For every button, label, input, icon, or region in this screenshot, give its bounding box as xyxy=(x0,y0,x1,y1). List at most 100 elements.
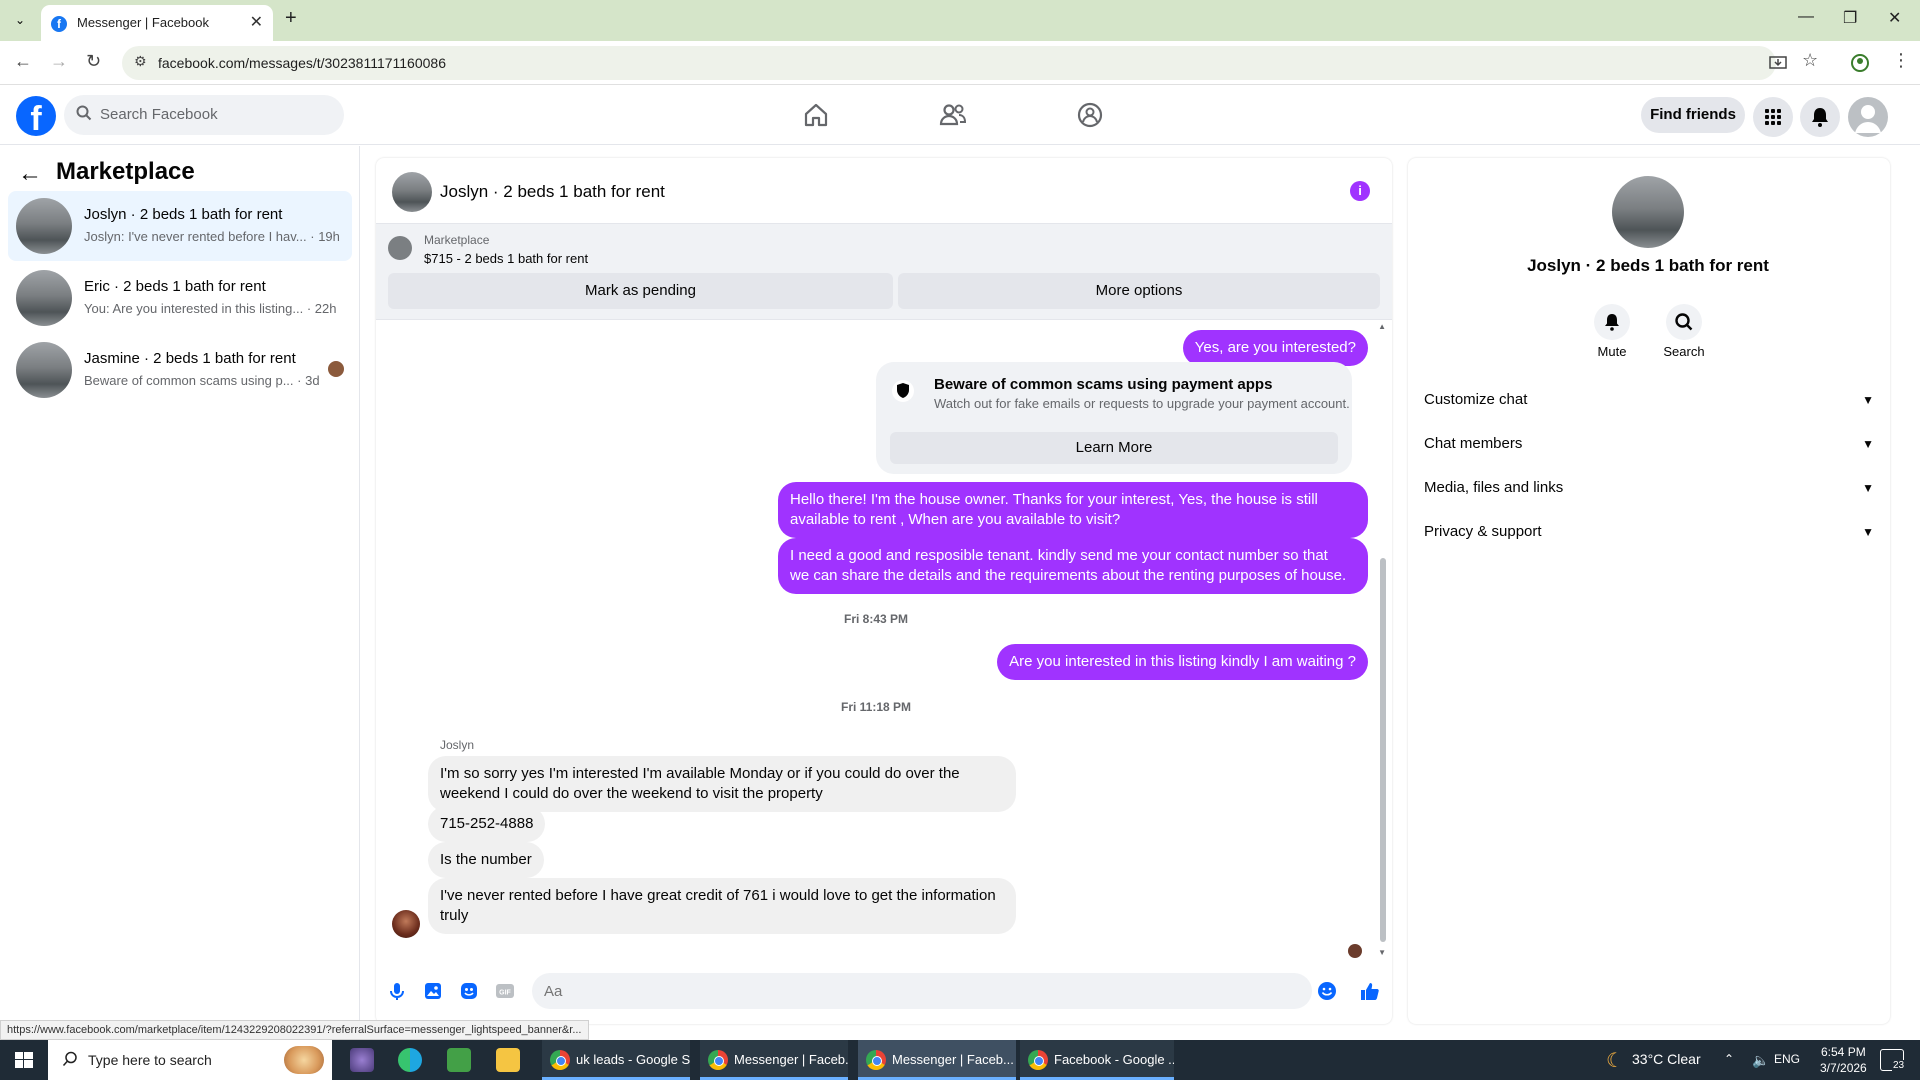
user-silhouette-icon xyxy=(1855,105,1881,133)
sender-name: Joslyn xyxy=(440,738,475,752)
conversation-item-jasmine[interactable]: Jasmine · 2 beds 1 bath for rent Beware … xyxy=(8,335,352,405)
account-avatar[interactable] xyxy=(1848,97,1888,137)
message-incoming: Is the number xyxy=(428,842,544,878)
taskview-app-icon[interactable] xyxy=(350,1048,374,1072)
install-app-icon[interactable] xyxy=(1769,54,1787,72)
menu-grid-button[interactable] xyxy=(1753,97,1793,137)
info-icon[interactable]: i xyxy=(1350,181,1370,201)
profile-picture[interactable] xyxy=(1612,176,1684,248)
learn-more-button[interactable]: Learn More xyxy=(890,432,1338,464)
speaker-icon[interactable]: 🔈 xyxy=(1752,1052,1769,1069)
scam-warning-text: Watch out for fake emails or requests to… xyxy=(934,396,1350,411)
conversation-name: Joslyn · 2 beds 1 bath for rent xyxy=(84,206,283,223)
browser-menu-icon[interactable]: ⋮ xyxy=(1892,50,1910,71)
chat-title[interactable]: Joslyn · 2 beds 1 bath for rent xyxy=(440,182,665,202)
tab-close-icon[interactable]: ✕ xyxy=(250,12,263,32)
scrollbar-thumb[interactable] xyxy=(1380,558,1386,942)
url-bar[interactable]: ⚙ facebook.com/messages/t/30238111711600… xyxy=(122,46,1776,80)
friends-icon[interactable] xyxy=(935,97,971,133)
edge-icon[interactable] xyxy=(398,1048,422,1072)
gif-icon[interactable]: GIF xyxy=(494,980,516,1002)
message-line: I've never rented before I have great cr… xyxy=(440,887,996,904)
chrome-icon xyxy=(550,1050,570,1070)
taskbar-app-messenger-2[interactable]: Messenger | Faceb... xyxy=(858,1040,1016,1080)
back-icon[interactable]: ← xyxy=(14,51,32,72)
forward-icon[interactable]: → xyxy=(50,51,68,72)
bookmark-star-icon[interactable]: ☆ xyxy=(1802,50,1818,71)
conversation-item-joslyn[interactable]: Joslyn · 2 beds 1 bath for rent Joslyn: … xyxy=(8,191,352,261)
close-window-icon[interactable]: ✕ xyxy=(1888,8,1901,28)
search-highlight-icon xyxy=(284,1046,324,1074)
sender-avatar[interactable] xyxy=(392,910,420,938)
find-friends-button[interactable]: Find friends xyxy=(1641,97,1745,133)
taskbar-app-uk-leads[interactable]: uk leads - Google S... xyxy=(542,1040,690,1080)
home-icon[interactable] xyxy=(798,97,834,133)
emoji-icon[interactable] xyxy=(1316,980,1338,1002)
facebook-search-input[interactable]: Search Facebook xyxy=(64,95,344,135)
clock-time: 6:54 PM xyxy=(1821,1045,1866,1059)
grid-icon xyxy=(1765,109,1781,125)
chevron-down-icon: ▼ xyxy=(1862,481,1874,495)
notification-count-badge: 23 xyxy=(1892,1060,1906,1071)
chat-avatar[interactable] xyxy=(392,172,432,212)
conversation-snippet: Beware of common scams using p... · 3d xyxy=(84,373,320,388)
message-incoming: I'm so sorry yes I'm interested I'm avai… xyxy=(428,756,1016,812)
chevron-down-icon: ▼ xyxy=(1862,393,1874,407)
new-tab-icon[interactable]: + xyxy=(285,7,297,30)
search-label: Search xyxy=(1663,344,1705,359)
listing-banner: Marketplace $715 - 2 beds 1 bath for ren… xyxy=(376,224,1392,320)
more-options-button[interactable]: More options xyxy=(898,273,1380,309)
browser-tab-bar: ⌄ f Messenger | Facebook ✕ + — ❐ ✕ xyxy=(0,0,1920,41)
search-icon xyxy=(76,105,92,121)
file-explorer-icon[interactable] xyxy=(496,1048,520,1072)
notifications-button[interactable] xyxy=(1800,97,1840,137)
conversation-snippet: You: Are you interested in this listing.… xyxy=(84,301,337,316)
taskbar-clock[interactable]: 6:54 PM 3/7/2026 xyxy=(1820,1044,1867,1076)
back-arrow-icon[interactable]: ← xyxy=(18,160,42,188)
tab-search-chevron-icon[interactable]: ⌄ xyxy=(10,10,30,30)
browser-tab-active[interactable]: f Messenger | Facebook ✕ xyxy=(41,5,273,41)
weather-text[interactable]: 33°C Clear xyxy=(1632,1051,1701,1067)
groups-icon[interactable] xyxy=(1072,97,1108,133)
photo-icon[interactable] xyxy=(422,980,444,1002)
chevron-down-icon: ▼ xyxy=(1862,437,1874,451)
composer-bar: GIF xyxy=(376,966,1392,1016)
conversation-name: Eric · 2 beds 1 bath for rent xyxy=(84,278,266,295)
chat-panel: Joslyn · 2 beds 1 bath for rent i Market… xyxy=(376,158,1392,1024)
message-input[interactable] xyxy=(532,973,1312,1009)
sidebar-title: Marketplace xyxy=(56,158,195,185)
search-icon xyxy=(1675,313,1693,331)
minimize-icon[interactable]: — xyxy=(1798,8,1814,26)
sticker-icon[interactable] xyxy=(458,980,480,1002)
search-icon xyxy=(62,1051,77,1066)
chat-members-section[interactable]: Chat members ▼ xyxy=(1424,426,1874,462)
privacy-support-section[interactable]: Privacy & support ▼ xyxy=(1424,514,1874,550)
customize-chat-section[interactable]: Customize chat ▼ xyxy=(1424,382,1874,418)
microphone-icon[interactable] xyxy=(386,980,408,1002)
listing-title[interactable]: $715 - 2 beds 1 bath for rent xyxy=(424,251,588,266)
scroll-down-icon[interactable]: ▼ xyxy=(1378,948,1386,957)
seen-avatar xyxy=(1348,944,1362,958)
facebook-logo-icon[interactable]: f xyxy=(16,96,56,136)
shield-icon xyxy=(892,380,914,402)
mark-as-pending-button[interactable]: Mark as pending xyxy=(388,273,893,309)
restore-icon[interactable]: ❐ xyxy=(1843,8,1857,28)
chrome-icon xyxy=(708,1050,728,1070)
notepad-icon[interactable] xyxy=(447,1048,471,1072)
media-files-links-section[interactable]: Media, files and links ▼ xyxy=(1424,470,1874,506)
windows-start-icon[interactable] xyxy=(0,1040,48,1080)
taskbar-app-facebook[interactable]: Facebook - Google ... xyxy=(1020,1040,1174,1080)
site-settings-icon[interactable]: ⚙ xyxy=(134,53,147,70)
tray-chevron-icon[interactable]: ⌃ xyxy=(1724,1052,1734,1066)
timestamp: Fri 8:43 PM xyxy=(843,612,909,626)
scroll-up-icon[interactable]: ▲ xyxy=(1378,322,1386,331)
thumbs-up-icon[interactable] xyxy=(1358,980,1380,1002)
taskbar-app-messenger-1[interactable]: Messenger | Faceb... xyxy=(700,1040,848,1080)
conversation-item-eric[interactable]: Eric · 2 beds 1 bath for rent You: Are y… xyxy=(8,263,352,333)
profile-icon[interactable] xyxy=(1850,53,1870,73)
search-button[interactable] xyxy=(1666,304,1702,340)
reload-icon[interactable]: ↻ xyxy=(86,51,101,72)
mute-button[interactable] xyxy=(1594,304,1630,340)
taskbar-search-input[interactable]: Type here to search xyxy=(48,1040,332,1080)
language-indicator[interactable]: ENG xyxy=(1774,1052,1800,1066)
